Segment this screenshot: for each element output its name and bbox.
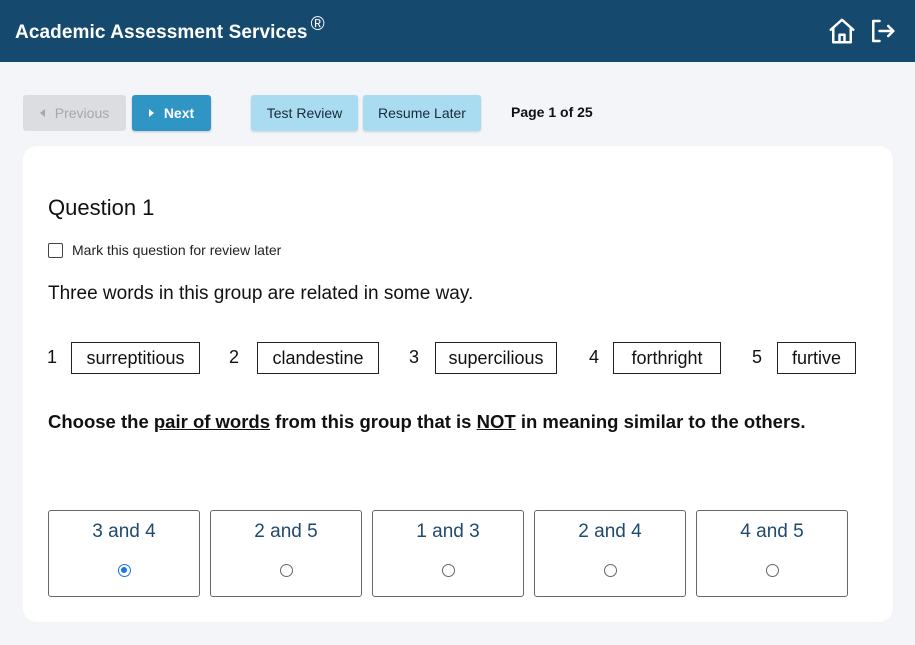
question-prompt: Three words in this group are related in… — [48, 283, 474, 304]
instruction-text: Choose the — [48, 411, 154, 432]
answer-option-label: 2 and 5 — [254, 521, 318, 542]
instruction-emphasis: NOT — [476, 411, 516, 432]
top-bar: Academic Assessment Services ® — [0, 0, 915, 62]
mark-for-review[interactable]: Mark this question for review later — [48, 242, 281, 258]
word-box: surreptitious — [71, 342, 200, 374]
mark-for-review-label: Mark this question for review later — [72, 242, 282, 258]
mark-for-review-checkbox[interactable] — [48, 242, 63, 258]
logout-icon[interactable] — [866, 15, 898, 47]
app-title: Academic Assessment Services ® — [15, 14, 325, 44]
answer-option[interactable]: 2 and 4 — [534, 510, 686, 597]
word-box: supercilious — [435, 342, 557, 374]
answer-radio[interactable] — [766, 564, 779, 577]
word-number: 3 — [409, 347, 420, 367]
caret-right-icon — [148, 109, 154, 117]
instruction-emphasis: pair of words — [153, 411, 271, 432]
page-indicator: Page 1 of 25 — [511, 104, 593, 120]
word-number: 5 — [752, 347, 763, 367]
answer-radio[interactable] — [280, 564, 293, 577]
word-box: forthright — [613, 342, 721, 374]
next-button-label: Next — [163, 105, 195, 121]
next-button[interactable]: Next — [132, 95, 211, 131]
previous-button[interactable]: Previous — [23, 95, 126, 131]
answer-radio[interactable] — [118, 564, 131, 577]
registered-mark: ® — [310, 14, 325, 35]
word-number: 4 — [589, 347, 600, 367]
test-review-button[interactable]: Test Review — [251, 95, 358, 131]
word-box: clandestine — [257, 342, 379, 374]
previous-button-label: Previous — [54, 105, 110, 121]
resume-later-button[interactable]: Resume Later — [363, 95, 481, 131]
answer-option-label: 3 and 4 — [92, 521, 156, 542]
answer-option[interactable]: 4 and 5 — [696, 510, 848, 597]
word-number: 2 — [229, 347, 240, 367]
question-instruction: Choose the pair of words from this group… — [48, 411, 806, 433]
answer-option-label: 1 and 3 — [416, 521, 480, 542]
home-icon[interactable] — [826, 15, 858, 47]
question-title: Question 1 — [48, 195, 155, 220]
answer-option-label: 4 and 5 — [740, 521, 804, 542]
caret-left-icon — [39, 109, 45, 117]
word-box: furtive — [777, 342, 856, 374]
app-title-text: Academic Assessment Services — [15, 22, 308, 43]
answer-radio[interactable] — [604, 564, 617, 577]
instruction-text: in meaning similar to the others. — [515, 411, 806, 432]
instruction-text: from this group that is — [270, 411, 477, 432]
answer-option[interactable]: 2 and 5 — [210, 510, 362, 597]
answer-option[interactable]: 1 and 3 — [372, 510, 524, 597]
answer-option-label: 2 and 4 — [578, 521, 642, 542]
word-number: 1 — [47, 347, 58, 367]
answer-option[interactable]: 3 and 4 — [48, 510, 200, 597]
answer-radio[interactable] — [442, 564, 455, 577]
